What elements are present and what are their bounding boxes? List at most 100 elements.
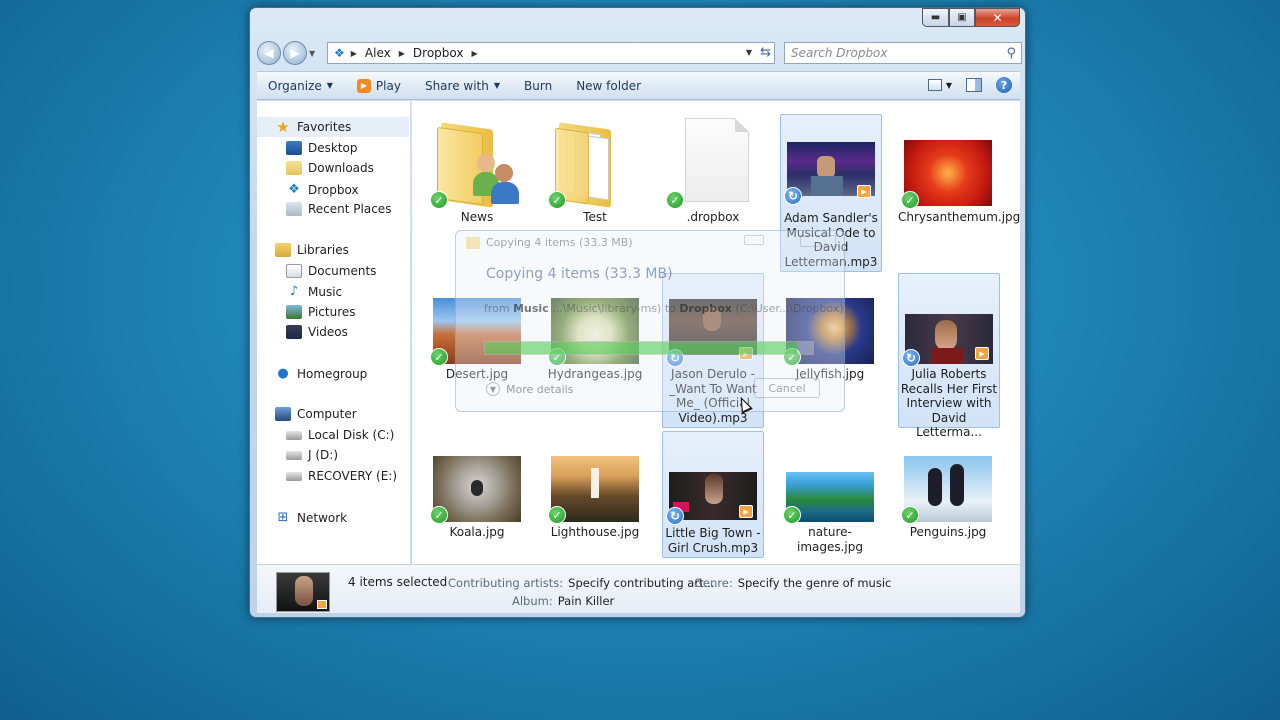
genre-field[interactable]: Genre: Specify the genre of music (694, 576, 891, 590)
sidebar-item-dropbox[interactable]: ❖ Dropbox (286, 182, 358, 197)
copy-progress-bar (484, 341, 814, 355)
documents-icon (286, 264, 302, 278)
downloads-folder-icon (286, 161, 302, 175)
star-icon: ★ (276, 118, 290, 136)
organize-button[interactable]: Organize ▼ (257, 79, 345, 93)
search-icon[interactable]: ⚲ (1006, 46, 1016, 61)
sidebar-item-label: Documents (308, 264, 377, 278)
file-name: nature-images.jpg (796, 525, 863, 554)
play-icon: ▶ (356, 78, 371, 93)
sidebar-item-label: Homegroup (297, 366, 368, 381)
media-file-icon (317, 600, 327, 609)
file-tile-penguins[interactable]: ✓ Penguins.jpg (898, 429, 1000, 541)
minimize-button[interactable]: ▬ (922, 8, 949, 27)
file-tile-nature-images[interactable]: ✓ nature-images.jpg (780, 429, 882, 557)
file-tile-news[interactable]: ✓ News (427, 114, 529, 226)
search-input[interactable]: Search Dropbox ⚲ (784, 42, 1022, 64)
folder-icon (555, 120, 635, 208)
dropbox-location-icon: ❖ (334, 46, 345, 60)
search-placeholder: Search Dropbox (791, 46, 888, 60)
sidebar-item-desktop[interactable]: Desktop (286, 141, 358, 155)
file-tile-julia-roberts[interactable]: ↻ ▶ Julia Roberts Recalls Her First Inte… (898, 273, 1000, 439)
sidebar-item-libraries[interactable]: Libraries (275, 243, 349, 257)
sidebar-item-downloads[interactable]: Downloads (286, 161, 374, 175)
folder-icon (437, 120, 519, 208)
chevron-down-icon: ▼ (486, 382, 500, 396)
recent-places-icon (286, 202, 302, 216)
blank-file-icon (685, 118, 749, 202)
sidebar-item-j-drive[interactable]: J (D:) (286, 448, 338, 462)
sidebar-item-recovery[interactable]: RECOVERY (E:) (286, 469, 397, 483)
address-bar[interactable]: ❖ ▶ Alex ▶ Dropbox ▶ ▼ ⇆ (327, 42, 775, 64)
play-button[interactable]: ▶ Play (345, 78, 413, 93)
album-value[interactable]: Pain Killer (558, 594, 615, 608)
dialog-minimize-button[interactable] (744, 235, 764, 245)
sidebar-item-label: Network (297, 510, 348, 525)
play-label: Play (375, 78, 401, 93)
hard-disk-icon (286, 430, 302, 440)
genre-value[interactable]: Specify the genre of music (738, 576, 892, 590)
syncing-icon: ↻ (902, 349, 920, 367)
synced-check-icon: ✓ (548, 506, 566, 524)
sidebar-item-videos[interactable]: Videos (286, 325, 348, 339)
dialog-heading: Copying 4 items (33.3 MB) (486, 266, 673, 282)
help-icon[interactable]: ? (996, 77, 1012, 93)
file-tile-chrysanthemum[interactable]: ✓ Chrysanthemum.jpg (898, 114, 1020, 242)
file-tile-test[interactable]: ✓ Test (545, 114, 647, 226)
dropbox-icon: ❖ (288, 182, 300, 197)
media-file-icon: ▶ (739, 505, 753, 518)
sidebar-item-label: Recent Places (308, 202, 392, 216)
contributing-artists-field[interactable]: Contributing artists: Specify contributi… (448, 576, 715, 590)
file-tile-dropbox[interactable]: ✓ .dropbox (663, 114, 765, 226)
forward-button[interactable]: ▶ (283, 41, 307, 65)
more-details-toggle[interactable]: ▼ More details (486, 382, 573, 396)
sidebar-item-computer[interactable]: Computer (275, 407, 357, 421)
sidebar-item-homegroup[interactable]: ● Homegroup (275, 366, 367, 381)
dialog-close-button[interactable] (800, 235, 836, 247)
address-dropdown-icon[interactable]: ▼ (746, 48, 752, 57)
file-tile-little-big-town[interactable]: ↻ ▶ Little Big Town - Girl Crush.mp3 (662, 431, 764, 558)
cancel-copy-button[interactable]: Cancel (754, 378, 820, 398)
sidebar-item-favorites[interactable]: ★ Favorites (257, 117, 409, 137)
file-tile-koala[interactable]: ✓ Koala.jpg (427, 429, 529, 541)
sidebar-item-recent-places[interactable]: Recent Places (286, 202, 391, 216)
genre-label: Genre: (694, 576, 733, 590)
breadcrumb-separator-icon: ▶ (471, 48, 478, 58)
sidebar-item-pictures[interactable]: Pictures (286, 305, 356, 319)
sidebar-item-label: J (D:) (308, 448, 338, 462)
contributing-artists-value[interactable]: Specify contributing art... (568, 576, 714, 590)
file-name: Penguins.jpg (909, 525, 987, 539)
refresh-icon[interactable]: ⇆ (760, 45, 771, 60)
synced-check-icon: ✓ (430, 191, 448, 209)
command-bar: Organize ▼ ▶ Play Share with ▼ Burn New … (257, 71, 1020, 100)
change-view-icon[interactable] (927, 79, 942, 91)
chevron-down-icon: ▼ (326, 81, 333, 90)
homegroup-icon: ● (277, 366, 289, 381)
new-folder-button[interactable]: New folder (564, 79, 653, 93)
breadcrumb-dropbox[interactable]: Dropbox (413, 46, 464, 60)
maximize-button[interactable]: ▣ (949, 8, 975, 27)
burn-button[interactable]: Burn (512, 79, 564, 93)
close-button[interactable]: ✕ (975, 8, 1020, 27)
synced-check-icon: ✓ (548, 191, 566, 209)
breadcrumb-separator-icon: ▶ (350, 48, 357, 58)
dialog-title: Copying 4 items (33.3 MB) (486, 236, 633, 249)
copy-progress-fill (485, 342, 797, 354)
share-with-label: Share with (424, 78, 489, 93)
view-options-dropdown-icon[interactable]: ▼ (946, 81, 952, 90)
selection-count: 4 items selected (348, 575, 448, 589)
videos-icon (286, 325, 302, 339)
album-field[interactable]: Album: Pain Killer (512, 594, 614, 608)
network-icon: ⊞ (277, 510, 289, 525)
sidebar-item-music[interactable]: ♪ Music (286, 284, 342, 299)
preview-pane-icon[interactable] (966, 78, 982, 92)
share-with-button[interactable]: Share with ▼ (413, 79, 512, 93)
breadcrumb-alex[interactable]: Alex (365, 46, 391, 60)
file-tile-lighthouse[interactable]: ✓ Lighthouse.jpg (545, 429, 647, 541)
sidebar-item-local-disk[interactable]: Local Disk (C:) (286, 428, 394, 442)
recent-pages-dropdown[interactable]: ▼ (309, 49, 319, 58)
sidebar-item-network[interactable]: ⊞ Network (275, 510, 348, 525)
sidebar-item-documents[interactable]: Documents (286, 264, 376, 278)
synced-check-icon: ✓ (783, 506, 801, 524)
back-button[interactable]: ◀ (257, 41, 281, 65)
